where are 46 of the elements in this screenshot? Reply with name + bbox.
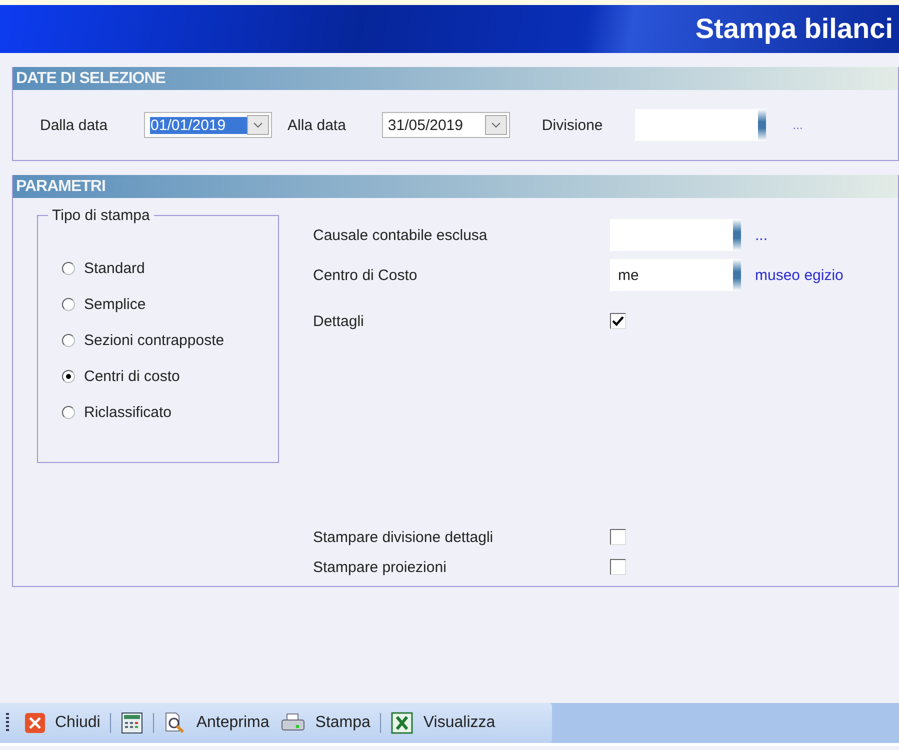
radio-label[interactable]: Standard bbox=[84, 260, 145, 276]
radio-button[interactable] bbox=[62, 334, 75, 346]
date-field[interactable]: 01/01/2019 bbox=[144, 112, 272, 138]
radio-label[interactable]: Centri di costo bbox=[84, 368, 180, 384]
radio-label[interactable]: Semplice bbox=[84, 296, 146, 312]
radio-label[interactable]: Sezioni contrapposte bbox=[84, 332, 224, 348]
checkbox[interactable] bbox=[610, 529, 626, 545]
printer-icon bbox=[281, 713, 306, 733]
toolbar-button[interactable]: Visualizza bbox=[385, 709, 502, 737]
field-label: Stampare divisione dettagli bbox=[313, 528, 494, 546]
lookup-link[interactable]: ... bbox=[755, 226, 768, 244]
radio-label[interactable]: Riclassificato bbox=[84, 404, 172, 420]
checkbox[interactable] bbox=[610, 559, 626, 575]
lookup-link[interactable]: museo egizio bbox=[755, 266, 844, 284]
section-header: DATE DI SELEZIONE bbox=[13, 67, 898, 90]
field-label: Alla data bbox=[288, 116, 346, 134]
field-label: Dalla data bbox=[40, 116, 108, 134]
radio-button[interactable] bbox=[62, 298, 75, 310]
lookup-field[interactable]: me bbox=[610, 259, 741, 291]
magnifier-page-icon bbox=[164, 712, 186, 734]
group-title: Tipo di stampa bbox=[48, 207, 154, 225]
date-field[interactable]: 31/05/2019 bbox=[382, 112, 510, 138]
field-label: Dettagli bbox=[313, 312, 365, 330]
field-label: Centro di Costo bbox=[313, 266, 418, 284]
spreadsheet-icon bbox=[391, 712, 414, 734]
toolbar-button[interactable]: Anteprima bbox=[158, 709, 276, 737]
chevron-icon bbox=[490, 122, 501, 128]
close-icon bbox=[25, 713, 45, 733]
toolbar-button[interactable]: Chiudi bbox=[19, 710, 106, 736]
checkbox[interactable] bbox=[610, 313, 626, 329]
dropdown-button[interactable] bbox=[246, 115, 269, 135]
chevron-icon bbox=[252, 122, 263, 128]
field-label: Stampare proiezioni bbox=[313, 558, 448, 576]
field-label: Causale contabile esclusa bbox=[313, 226, 488, 244]
lookup-field[interactable] bbox=[610, 219, 741, 251]
radio-button[interactable] bbox=[62, 370, 75, 382]
radio-button[interactable] bbox=[62, 406, 75, 418]
field-label: Divisione bbox=[542, 116, 603, 134]
lookup-field[interactable] bbox=[634, 109, 766, 141]
window-title: Stampa bilanci bbox=[695, 13, 893, 45]
dropdown-button[interactable] bbox=[484, 115, 507, 135]
radio-button[interactable] bbox=[62, 262, 75, 274]
calculator-icon bbox=[121, 712, 144, 734]
toolbar-button[interactable]: Stampa bbox=[275, 710, 376, 736]
section-header: PARAMETRI bbox=[13, 175, 898, 198]
lookup-link[interactable]: ... bbox=[792, 118, 803, 132]
